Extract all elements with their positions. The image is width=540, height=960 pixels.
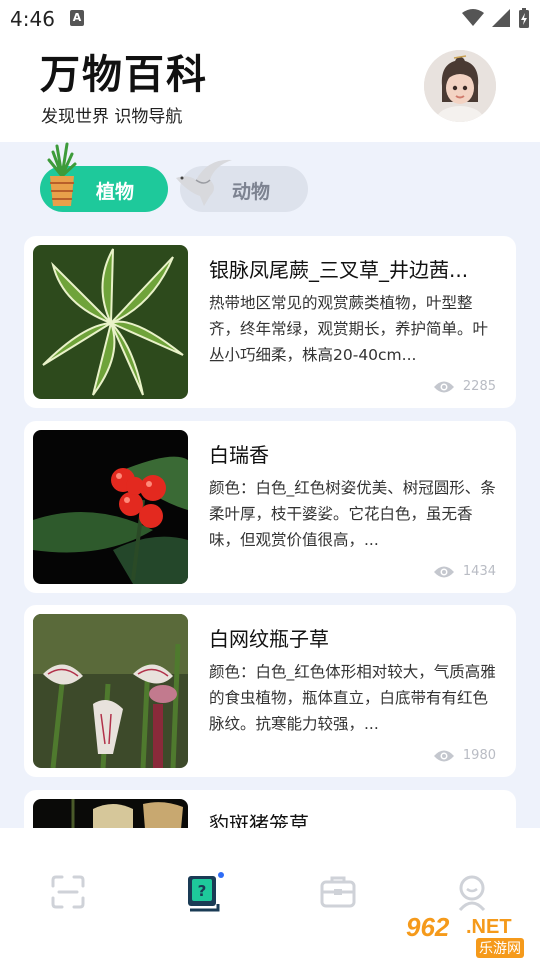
tab-animals-label: 动物: [232, 181, 271, 203]
eye-icon: [433, 381, 454, 392]
watermark-suffix: .NET: [466, 916, 512, 938]
card-title: 豹斑猪笼草: [209, 812, 309, 828]
plant-image: [33, 245, 188, 399]
notification-icon: A: [70, 10, 84, 26]
eye-icon: [433, 566, 454, 577]
card-title: 白瑞香: [209, 443, 269, 467]
nav-toolbox[interactable]: [320, 874, 360, 914]
view-count: 2285: [433, 379, 496, 394]
card-description: 热带地区常见的观赏蕨类植物，叶型整齐，终年常绿，观赏期长，养护简单。叶丛小巧细柔…: [209, 294, 489, 364]
status-bar: 4:46 A: [0, 0, 540, 38]
avatar[interactable]: [424, 50, 496, 122]
plant-image: [33, 614, 188, 768]
plant-image: [33, 799, 188, 828]
status-time: 4:46: [10, 7, 55, 31]
view-count-value: 2285: [462, 379, 496, 394]
card-title: 银脉凤尾蕨_三叉草_井边茜...: [209, 258, 469, 282]
bird-icon: [176, 159, 232, 206]
page-subtitle: 发现世界 识物导航: [41, 107, 183, 127]
wifi-icon: [462, 9, 484, 26]
card-description: 颜色：白色_红色体形相对较大，气质高雅的食虫植物，瓶体直立，白底带有有红色脉纹。…: [209, 663, 496, 733]
nav-profile[interactable]: [454, 874, 494, 914]
watermark-logo: 962 .NET 乐游网: [400, 910, 540, 960]
plant-card[interactable]: 银脉凤尾蕨_三叉草_井边茜... 热带地区常见的观赏蕨类植物，叶型整齐，终年常绿…: [24, 236, 516, 408]
new-indicator-dot: [218, 872, 224, 878]
status-indicators: [462, 8, 530, 28]
nav-scan[interactable]: [50, 874, 90, 914]
signal-icon: [492, 9, 510, 27]
card-title: 白网纹瓶子草: [209, 627, 329, 651]
plant-card[interactable]: 豹斑猪笼草: [24, 790, 516, 828]
page-title: 万物百科: [40, 52, 208, 98]
content-area: 植物 动物 银脉凤尾蕨_三叉草_井边茜... 热带地区常见的观赏蕨类植物，叶型整…: [0, 142, 540, 828]
view-count-value: 1434: [462, 564, 496, 579]
category-tabs: 植物 动物: [0, 142, 540, 232]
tab-plants-label: 植物: [96, 181, 135, 203]
scan-icon: [51, 875, 85, 909]
card-description: 颜色：白色_红色树姿优美、树冠圆形、条柔叶厚，枝干婆娑。它花白色，虽无香味，但观…: [209, 479, 496, 549]
plant-card[interactable]: 白瑞香 颜色：白色_红色树姿优美、树冠圆形、条柔叶厚，枝干婆娑。它花白色，虽无香…: [24, 421, 516, 593]
plant-image: [33, 430, 188, 584]
plant-card[interactable]: 白网纹瓶子草 颜色：白色_红色体形相对较大，气质高雅的食虫植物，瓶体直立，白底带…: [24, 605, 516, 777]
watermark-number: 962: [406, 912, 450, 942]
view-count: 1980: [433, 748, 496, 763]
eye-icon: [433, 750, 454, 761]
header: 万物百科 发现世界 识物导航: [0, 38, 540, 142]
watermark-label: 乐游网: [476, 938, 524, 958]
book-question-icon: ?: [188, 876, 220, 912]
person-icon: [458, 875, 486, 912]
battery-icon: [519, 8, 529, 28]
view-count: 1434: [433, 564, 496, 579]
potted-plant-icon: [47, 142, 77, 206]
svg-text:?: ?: [198, 882, 207, 900]
nav-encyclopedia[interactable]: ?: [186, 874, 226, 914]
view-count-value: 1980: [462, 748, 496, 763]
user-avatar-icon: [424, 50, 496, 122]
briefcase-icon: [320, 876, 356, 908]
